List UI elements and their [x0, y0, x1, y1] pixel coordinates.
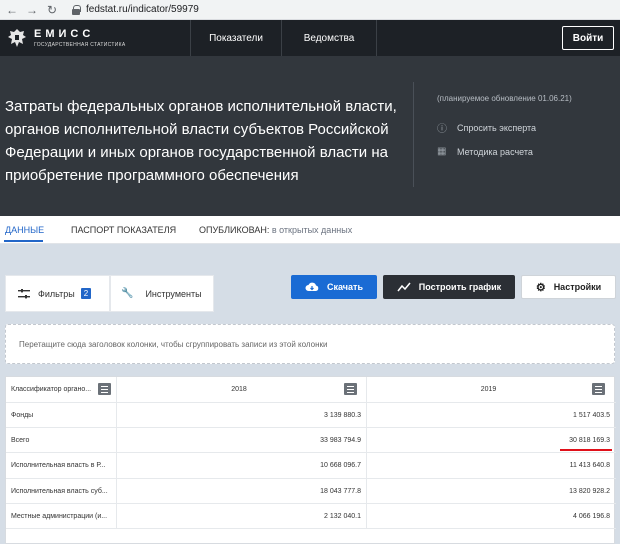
row-label: Фонды: [6, 403, 117, 427]
browser-toolbar: ← → ↻ fedstat.ru/indicator/59979: [0, 0, 620, 20]
methodology-label: Методика расчета: [457, 146, 533, 157]
value-2019: 11 413 640.8: [569, 462, 610, 469]
value-2019: 13 820 928.2: [569, 487, 610, 495]
table-row[interactable]: Исполнительная власть суб... 18 043 777.…: [6, 479, 616, 504]
data-grid: Классификатор органо... 2018 2019 Фонды …: [5, 376, 616, 544]
group-drop-area[interactable]: Перетащите сюда заголовок колонки, чтобы…: [5, 324, 615, 364]
table-row[interactable]: Фонды 3 139 880.3 1 517 403.5: [6, 403, 616, 428]
column-header-label: Классификатор органо...: [11, 386, 92, 393]
grid-header-row: Классификатор органо... 2018 2019: [6, 377, 616, 403]
column-header-2019[interactable]: 2019: [367, 377, 615, 402]
sliders-icon: [18, 288, 30, 298]
value-2018: 10 668 096.7: [117, 453, 367, 478]
gear-icon: ⚙: [535, 281, 546, 294]
logo-title: ЕМИСС: [34, 28, 95, 40]
row-label: Исполнительная власть в Р...: [6, 453, 117, 478]
tabs-bar: ДАННЫЕ ПАСПОРТ ПОКАЗАТЕЛЯ ОПУБЛИКОВАН: в…: [0, 216, 620, 244]
emblem-icon: [8, 29, 26, 47]
download-label: Скачать: [327, 282, 363, 292]
table-row[interactable]: Исполнительная власть в Р... 10 668 096.…: [6, 453, 616, 479]
table-row[interactable]: Местные администрации (и... 2 132 040.1 …: [6, 504, 616, 529]
column-header-2018[interactable]: 2018: [117, 377, 367, 402]
filters-button[interactable]: Фильтры 2: [5, 275, 110, 312]
group-hint: Перетащите сюда заголовок колонки, чтобы…: [19, 339, 328, 349]
highlight-underline: [560, 449, 612, 451]
ask-expert-link[interactable]: ⓘ Спросить эксперта: [437, 120, 537, 136]
lock-icon: [72, 4, 81, 15]
ask-expert-label: Спросить эксперта: [457, 122, 537, 133]
value-2018: 3 139 880.3: [117, 403, 367, 427]
value-2018: 2 132 040.1: [117, 504, 367, 528]
settings-label: Настройки: [553, 282, 602, 292]
published-label: ОПУБЛИКОВАН:: [199, 225, 270, 235]
tab-active-indicator: [4, 240, 43, 242]
url-text: fedstat.ru/indicator/59979: [86, 4, 199, 15]
column-header-label: 2019: [480, 386, 497, 393]
document-icon: ▦: [437, 146, 447, 157]
help-icon: ⓘ: [437, 124, 447, 135]
build-chart-label: Построить график: [418, 282, 502, 292]
row-label: Исполнительная власть суб...: [6, 479, 117, 503]
tools-label: Инструменты: [145, 288, 202, 299]
address-bar[interactable]: fedstat.ru/indicator/59979: [66, 2, 205, 18]
column-menu-icon[interactable]: [98, 383, 111, 395]
value-2019: 4 066 196.8: [573, 512, 610, 520]
value-2018: 18 043 777.8: [117, 479, 367, 503]
back-icon[interactable]: ←: [4, 2, 20, 18]
published-status: ОПУБЛИКОВАН: в открытых данных: [199, 225, 352, 235]
settings-button[interactable]: ⚙ Настройки: [521, 275, 616, 299]
nav-agencies[interactable]: Ведомства: [281, 20, 377, 56]
column-menu-icon[interactable]: [344, 383, 357, 395]
logo-subtitle: ГОСУДАРСТВЕННАЯ СТАТИСТИКА: [34, 42, 126, 48]
value-2018: 33 983 794.9: [117, 428, 367, 452]
logo[interactable]: ЕМИСС ГОСУДАРСТВЕННАЯ СТАТИСТИКА: [0, 20, 190, 56]
filters-count-badge: 2: [80, 288, 92, 299]
update-note: (планируемое обновление 01.06.21): [437, 94, 572, 103]
value-2019: 1 517 403.5: [573, 411, 610, 419]
page-title: Затраты федеральных органов исполнительн…: [5, 98, 397, 184]
filters-label: Фильтры: [38, 288, 75, 299]
divider: [413, 82, 414, 187]
login-button[interactable]: Войти: [562, 26, 614, 50]
published-value: в открытых данных: [271, 225, 353, 235]
build-chart-button[interactable]: Построить график: [383, 275, 515, 299]
download-button[interactable]: Скачать: [291, 275, 377, 299]
line-chart-icon: [397, 282, 411, 292]
column-menu-icon[interactable]: [592, 383, 605, 395]
indicator-header: Затраты федеральных органов исполнительн…: [0, 56, 620, 216]
forward-icon[interactable]: →: [24, 2, 40, 18]
tab-passport[interactable]: ПАСПОРТ ПОКАЗАТЕЛЯ: [71, 225, 176, 235]
row-label: Местные администрации (и...: [6, 504, 117, 528]
cloud-download-icon: [305, 282, 319, 291]
methodology-link[interactable]: ▦ Методика расчета: [437, 146, 533, 157]
nav-indicators[interactable]: Показатели: [190, 20, 281, 56]
reload-icon[interactable]: ↻: [44, 2, 60, 18]
tools-button[interactable]: 🔧 Инструменты: [110, 275, 214, 312]
row-label: Всего: [6, 428, 117, 452]
top-navigation: ЕМИСС ГОСУДАРСТВЕННАЯ СТАТИСТИКА Показат…: [0, 20, 620, 56]
column-header-classifier[interactable]: Классификатор органо...: [6, 377, 117, 402]
column-header-label: 2018: [231, 386, 247, 393]
table-row[interactable]: Всего 33 983 794.9 30 818 169.3: [6, 428, 616, 453]
wrench-icon: 🔧: [121, 288, 134, 299]
tab-data[interactable]: ДАННЫЕ: [5, 225, 44, 235]
